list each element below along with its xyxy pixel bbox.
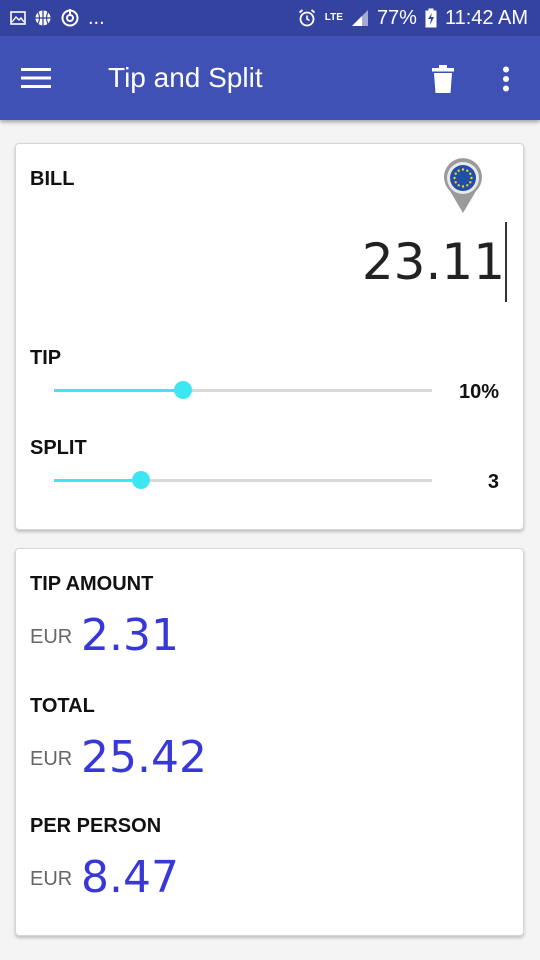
tip-slider-fill: [54, 389, 183, 392]
bill-label: BILL: [30, 168, 75, 190]
gallery-icon: [10, 11, 26, 25]
signal-icon: [351, 10, 368, 26]
clock: 11:42 AM: [444, 7, 528, 29]
per-person-currency: EUR: [30, 868, 73, 890]
per-person-value: 8.47: [81, 852, 179, 903]
basketball-icon: [35, 10, 51, 26]
total-currency: EUR: [30, 748, 73, 770]
tip-amount-label: TIP AMOUNT: [30, 573, 154, 595]
battery-charging-icon: [425, 8, 437, 28]
results-card: TIP AMOUNT EUR 2.31 TOTAL EUR 25.42 PER …: [15, 548, 524, 936]
text-cursor: [505, 222, 507, 302]
tip-slider[interactable]: [54, 375, 432, 405]
currency-selector[interactable]: [441, 158, 485, 214]
status-bar: ... LTE 77% 11:42 AM: [0, 0, 540, 36]
trash-icon: [432, 65, 454, 93]
menu-button[interactable]: [14, 56, 58, 100]
tip-value: 10%: [458, 381, 499, 403]
total-value: 25.42: [81, 732, 207, 783]
bill-card: BILL 23.11 TIP 10% SPLIT 3: [15, 143, 524, 530]
total-label: TOTAL: [30, 695, 95, 717]
split-slider-fill: [54, 479, 141, 482]
network-type: LTE: [324, 12, 343, 23]
sync-icon: [61, 9, 79, 27]
status-right: LTE 77% 11:42 AM: [297, 6, 528, 30]
alarm-icon: [298, 9, 315, 27]
per-person-label: PER PERSON: [30, 815, 162, 837]
tip-label: TIP: [30, 347, 62, 369]
bill-input[interactable]: 23.11: [362, 230, 505, 294]
clear-button[interactable]: [420, 56, 466, 102]
split-slider-thumb[interactable]: [131, 471, 150, 489]
split-label: SPLIT: [30, 437, 87, 459]
tip-amount-value: 2.31: [81, 610, 179, 661]
page-title: Tip and Split: [108, 62, 263, 93]
split-value: 3: [487, 471, 499, 493]
more-options-button[interactable]: [484, 56, 528, 102]
tip-amount-currency: EUR: [30, 626, 73, 648]
hamburger-menu-icon: [21, 68, 51, 88]
battery-percent: 77%: [376, 7, 417, 29]
eu-flag-pin-icon: [444, 158, 482, 213]
app-bar: Tip and Split: [0, 36, 540, 120]
status-left: ...: [10, 6, 105, 30]
more-notifications: ...: [88, 7, 105, 29]
split-slider[interactable]: [54, 465, 432, 495]
tip-slider-thumb[interactable]: [173, 381, 192, 399]
more-vertical-icon: [503, 66, 509, 92]
